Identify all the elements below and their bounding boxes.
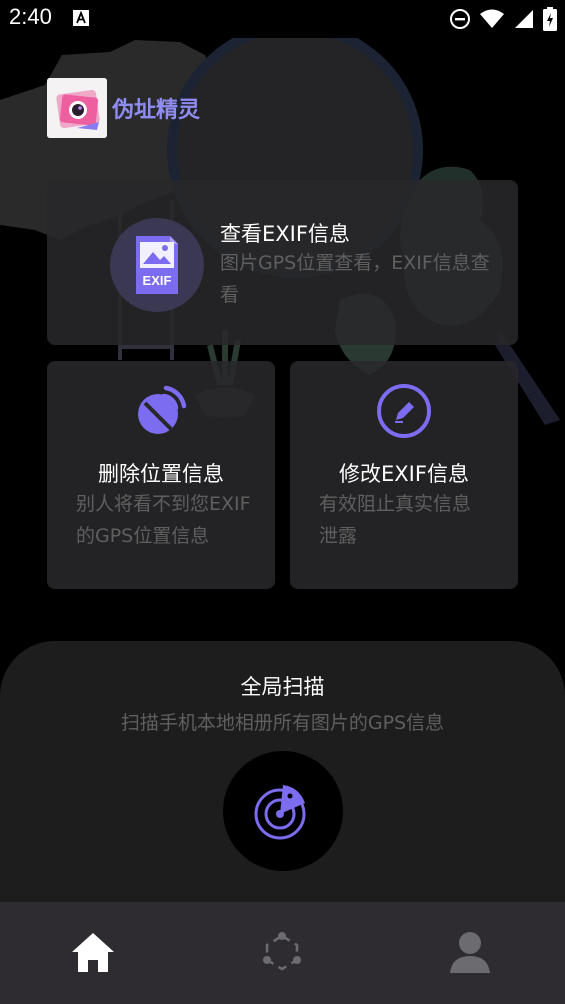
do-not-disturb-icon [450, 9, 470, 29]
battery-icon [543, 7, 557, 31]
radar-scan-icon [254, 785, 306, 840]
view-exif-card[interactable]: EXIF 查看EXIF信息 图片GPS位置查看，EXIF信息查看 [47, 180, 518, 345]
global-scan-panel: 全局扫描 扫描手机本地相册所有图片的GPS信息 [0, 641, 565, 941]
exif-icon-circle: EXIF [110, 218, 204, 312]
status-time: 2:40 [9, 4, 52, 29]
view-exif-desc: 图片GPS位置查看，EXIF信息查看 [220, 252, 490, 306]
scan-title: 全局扫描 [240, 675, 325, 699]
exif-icon-label: EXIF [143, 273, 172, 288]
a-notification-icon [73, 10, 89, 26]
delete-location-title: 删除位置信息 [98, 462, 224, 486]
wifi-icon [480, 9, 504, 28]
bottom-nav [0, 902, 565, 1004]
edit-icon [377, 384, 431, 438]
delete-location-desc: 别人将看不到您EXIF的GPS位置信息 [76, 493, 251, 547]
scan-desc: 扫描手机本地相册所有图片的GPS信息 [120, 712, 445, 734]
delete-location-card[interactable]: 删除位置信息 别人将看不到您EXIF的GPS位置信息 [47, 361, 275, 589]
view-exif-title: 查看EXIF信息 [220, 222, 350, 246]
user-icon[interactable] [448, 930, 492, 974]
home-icon[interactable] [71, 930, 115, 974]
app-title: 伪址精灵 [112, 98, 201, 123]
camera-app-logo [47, 78, 107, 138]
app-logo [47, 78, 107, 138]
modify-exif-desc: 有效阻止真实信息泄露 [319, 493, 472, 547]
modify-exif-title: 修改EXIF信息 [339, 462, 469, 486]
status-bar: 2:40 [0, 0, 565, 38]
scan-button[interactable] [223, 751, 343, 871]
modify-exif-card[interactable]: 修改EXIF信息 有效阻止真实信息泄露 [290, 361, 518, 589]
hexagon-nodes-icon[interactable] [260, 930, 304, 974]
location-off-icon [138, 385, 187, 434]
exif-image-icon: EXIF [136, 236, 178, 294]
signal-icon [515, 10, 533, 28]
